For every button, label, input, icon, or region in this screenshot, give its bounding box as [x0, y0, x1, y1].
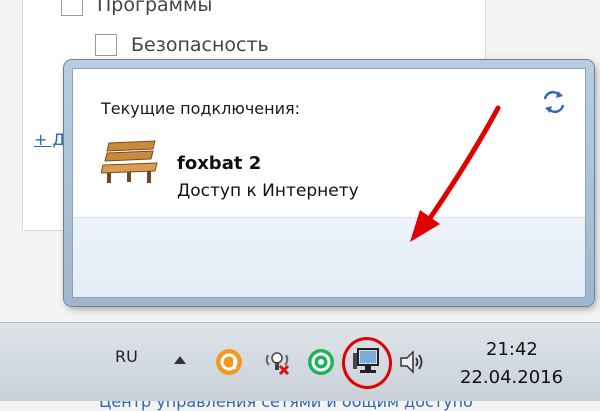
network-connections-popup: Текущие подключения: foxbat 2 Доступ к И… [64, 60, 594, 411]
green-app-icon[interactable] [306, 347, 336, 377]
popup-title: Текущие подключения: [101, 99, 300, 118]
settings-row-programs[interactable]: Программы [61, 0, 212, 16]
taskbar: RU 21:42 22.04.2016 [0, 322, 600, 401]
programs-label: Программы [97, 0, 213, 16]
clock-time[interactable]: 21:42 [486, 339, 538, 360]
clock-date[interactable]: 22.04.2016 [460, 367, 563, 388]
popup-footer: Центр управления сетями и общим доступо [73, 217, 585, 411]
connection-status: Доступ к Интернету [177, 181, 359, 201]
orange-app-icon[interactable] [214, 347, 244, 377]
chevron-up-icon[interactable] [172, 353, 188, 367]
refresh-icon[interactable] [541, 89, 567, 115]
popup-body: Текущие подключения: foxbat 2 Доступ к И… [72, 68, 586, 411]
security-checkbox[interactable] [95, 34, 117, 56]
add-link[interactable]: + Д [34, 130, 65, 149]
language-indicator[interactable]: RU [115, 347, 138, 366]
settings-row-security[interactable]: Безопасность [95, 34, 269, 56]
popup-connections-section: Текущие подключения: foxbat 2 Доступ к И… [73, 69, 585, 217]
speaker-icon[interactable] [398, 349, 426, 375]
programs-checkbox[interactable] [61, 0, 83, 16]
connection-name: foxbat 2 [177, 153, 262, 174]
bench-network-icon [101, 140, 158, 183]
security-label: Безопасность [131, 34, 269, 56]
bulb-muted-icon[interactable] [262, 347, 292, 377]
red-annotation-circle [338, 333, 396, 393]
